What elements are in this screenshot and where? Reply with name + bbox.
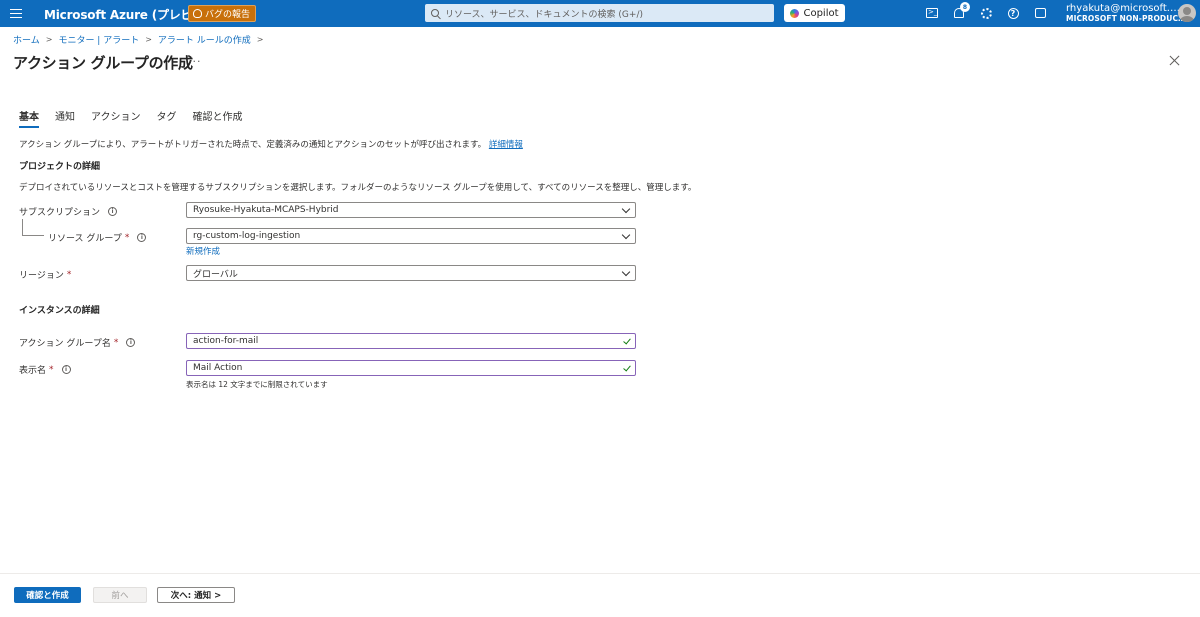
region-label-text: リージョン [19,271,64,281]
previous-button[interactable]: 前へ [93,587,147,603]
page-title: アクション グループの作成 [13,54,193,72]
action-group-name-label-text: アクション グループ名 [19,339,111,349]
instance-details-heading: インスタンスの詳細 [19,306,100,316]
region-value: グローバル [193,269,238,280]
top-bar: Microsoft Azure (プレビュー) バグの報告 リソース、サービス、… [0,0,1200,27]
resource-group-select[interactable]: rg-custom-log-ingestion [186,228,636,244]
tab-notifications[interactable]: 通知 [55,108,75,128]
review-create-button[interactable]: 確認と作成 [14,587,81,603]
required-marker: * [113,337,119,348]
action-group-name-label: アクション グループ名 * i [19,336,136,349]
feedback-icon [1034,8,1046,18]
gear-icon [980,7,992,19]
project-details-heading: プロジェクトの詳細 [19,162,101,172]
avatar[interactable] [1178,4,1196,22]
breadcrumb-create-alert-rule[interactable]: アラート ルールの作成 [158,33,251,46]
footer-divider [0,573,1200,574]
tab-tags[interactable]: タグ [157,108,177,128]
region-label: リージョン * [19,268,72,282]
required-marker: * [66,269,72,280]
cloud-shell-button[interactable]: >_ [924,5,940,21]
search-placeholder: リソース、サービス、ドキュメントの検索 (G+/) [445,9,643,20]
subscription-select[interactable]: Ryosuke-Hyakuta-MCAPS-Hybrid [186,202,636,218]
chevron-right-icon: > [145,35,152,44]
intro-text: アクション グループにより、アラートがトリガーされた時点で、定義済みの通知とアク… [19,138,523,150]
help-button[interactable]: ? [1005,5,1021,21]
notification-count-badge: 8 [960,2,970,12]
info-icon[interactable]: i [61,365,71,374]
tree-connector [22,235,44,236]
display-name-hint: 表示名は 12 文字までに制限されています [186,380,328,389]
copilot-button[interactable]: Copilot [784,4,845,22]
search-icon [431,9,439,17]
checkmark-icon [623,336,631,345]
account-email: rhyakuta@microsoft.… [1066,3,1180,14]
notifications-button[interactable]: 8 [951,2,970,21]
close-icon[interactable] [1167,53,1183,69]
settings-button[interactable] [978,5,994,21]
bug-report-button[interactable]: バグの報告 [188,5,257,22]
help-icon: ? [1007,7,1019,19]
required-marker: * [124,232,130,243]
tab-actions[interactable]: アクション [91,108,141,128]
copilot-icon [790,8,800,18]
action-group-name-input[interactable]: action-for-mail [186,333,636,349]
breadcrumb-home[interactable]: ホーム [13,33,40,46]
create-new-link[interactable]: 新規作成 [186,245,220,257]
chevron-down-icon [621,267,631,277]
checkmark-icon [623,363,631,372]
wizard-tabs: 基本 通知 アクション タグ 確認と作成 [19,108,243,128]
info-icon[interactable]: i [108,207,118,216]
subscription-label: サブスクリプション i [19,205,118,218]
display-name-label-text: 表示名 [19,366,47,376]
tree-connector [22,219,23,236]
feedback-button[interactable] [1032,5,1048,21]
subscription-value: Ryosuke-Hyakuta-MCAPS-Hybrid [193,205,339,215]
chevron-right-icon: > [45,35,53,44]
more-options-icon[interactable]: ··· [188,55,202,68]
terminal-icon: >_ [926,8,938,18]
subscription-label-text: サブスクリプション [19,208,101,218]
top-bar-icons: >_ 8 ? [924,2,1048,21]
menu-icon[interactable] [8,6,24,20]
resource-group-label-text: リソース グループ [48,234,122,244]
info-icon[interactable]: i [126,338,136,347]
chevron-right-icon: > [256,35,264,44]
bug-icon [193,9,202,18]
breadcrumb: ホーム > モニター | アラート > アラート ルールの作成 > [13,33,269,46]
required-marker: * [49,364,54,375]
account-menu[interactable]: rhyakuta@microsoft.… MICROSOFT NON-PRODU… [1066,3,1186,24]
display-name-input[interactable]: Mail Action [186,360,636,376]
chevron-down-icon [621,204,631,214]
info-icon[interactable]: i [137,233,147,242]
display-name-label: 表示名 * i [19,363,71,376]
account-tenant: MICROSOFT NON-PRODUC… [1066,14,1186,23]
resource-group-value: rg-custom-log-ingestion [193,231,301,241]
action-group-name-value: action-for-mail [193,336,259,346]
next-notifications-button[interactable]: 次へ: 通知 > [157,587,235,603]
global-search-input[interactable]: リソース、サービス、ドキュメントの検索 (G+/) [425,4,774,22]
breadcrumb-monitor-alerts[interactable]: モニター | アラート [58,33,139,46]
tab-basics[interactable]: 基本 [19,108,39,128]
copilot-label: Copilot [803,7,839,19]
intro-description: アクション グループにより、アラートがトリガーされた時点で、定義済みの通知とアク… [19,140,487,150]
display-name-value: Mail Action [193,363,243,373]
learn-more-link[interactable]: 詳細情報 [489,140,523,150]
project-details-description: デプロイされているリソースとコストを管理するサブスクリプションを選択します。フォ… [19,183,697,193]
chevron-down-icon [621,230,631,240]
tab-review-create[interactable]: 確認と作成 [193,108,243,128]
bug-report-label: バグの報告 [205,10,251,20]
resource-group-label: リソース グループ * i [48,231,147,244]
region-select[interactable]: グローバル [186,265,636,281]
